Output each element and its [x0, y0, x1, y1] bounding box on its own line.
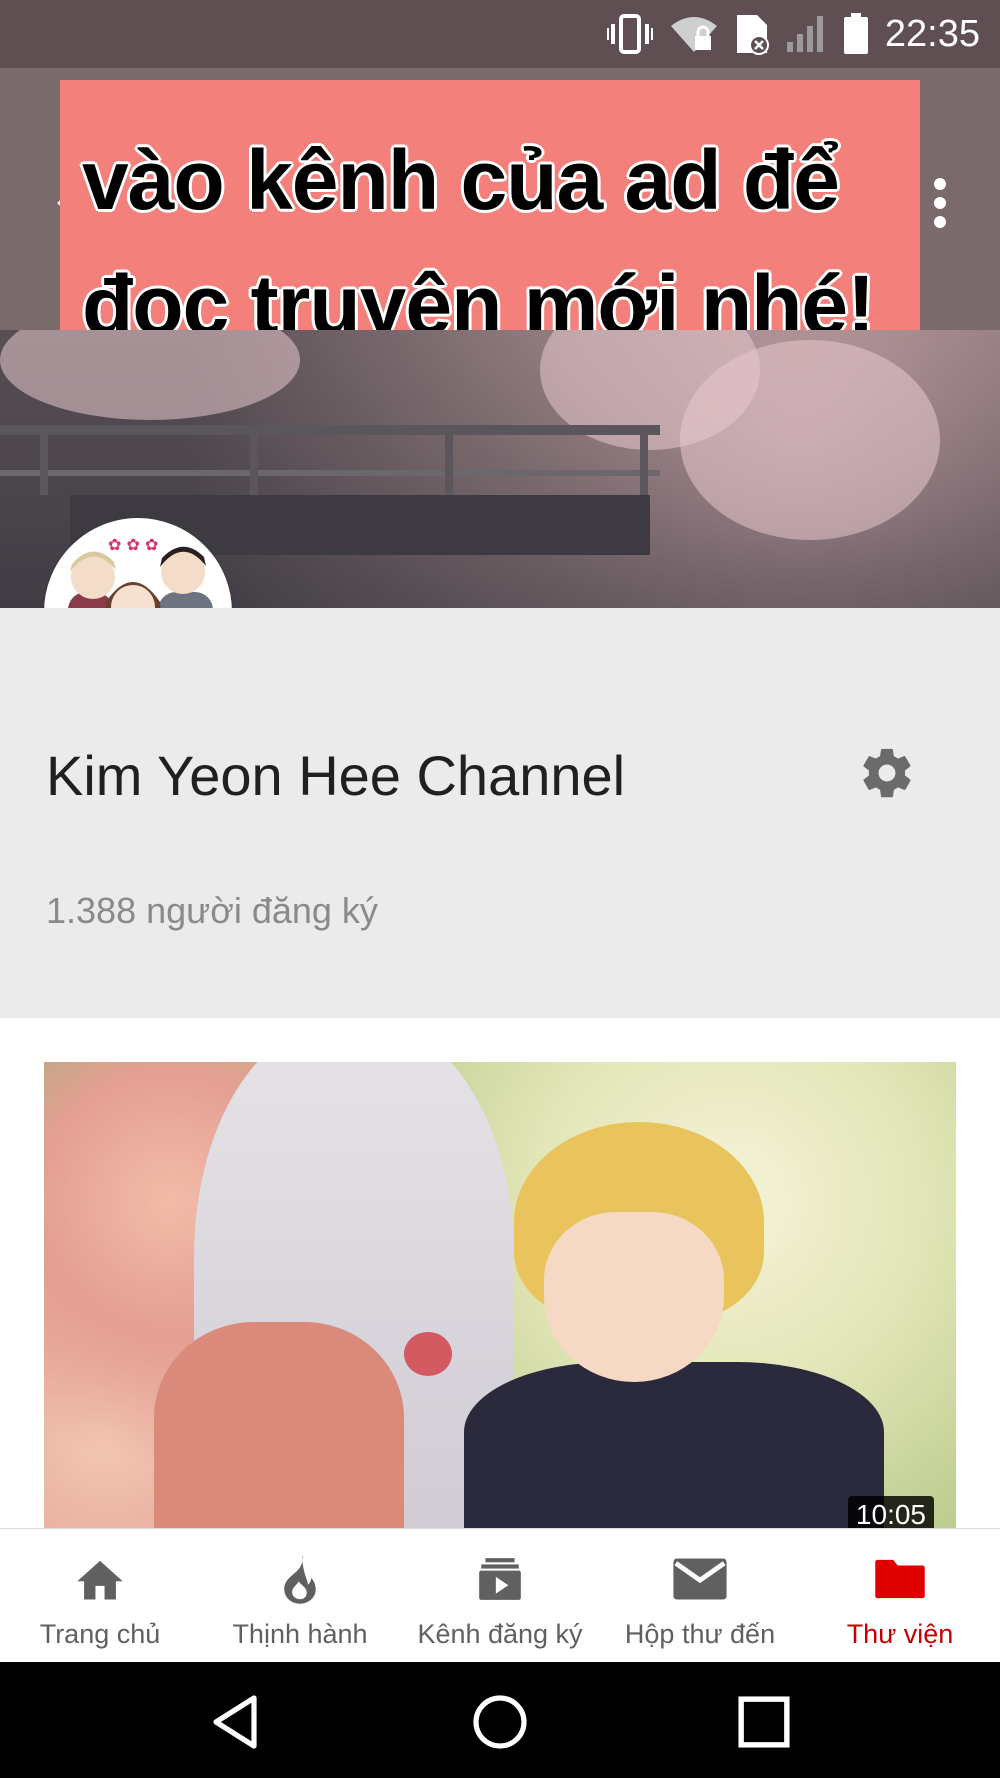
video-duration: 10:05 — [847, 1496, 934, 1528]
inbox-icon — [670, 1551, 730, 1607]
caption-line-1: vào kênh của ad để — [82, 133, 840, 227]
library-folder-icon — [870, 1551, 930, 1607]
subscriber-count: 1.388 người đăng ký — [46, 890, 378, 931]
back-triangle-icon[interactable] — [206, 1692, 266, 1752]
status-time: 22:35 — [884, 12, 980, 55]
nav-label-home: Trang chủ — [39, 1619, 161, 1649]
nav-item-library[interactable]: Thư viện — [800, 1529, 1000, 1663]
battery-icon — [843, 13, 869, 55]
bottom-nav: Trang chủ Thịnh hành Kênh đăng ký Hộp th… — [0, 1528, 1000, 1663]
subscriptions-icon — [470, 1551, 530, 1607]
trending-fire-icon — [270, 1551, 330, 1607]
channel-info: Kim Yeon Hee Channel 1.388 người đăng ký — [0, 608, 1000, 1018]
nav-label-subscriptions: Kênh đăng ký — [417, 1619, 583, 1649]
sim-error-icon — [735, 13, 769, 55]
content-area: 10:05 — [0, 1018, 1000, 1528]
video-thumbnail[interactable]: 10:05 — [44, 1062, 956, 1528]
channel-name: Kim Yeon Hee Channel — [46, 744, 626, 807]
nav-label-library: Thư viện — [846, 1619, 954, 1649]
more-options-icon[interactable] — [928, 178, 952, 228]
recents-square-icon[interactable] — [734, 1692, 794, 1752]
home-icon — [70, 1551, 130, 1607]
wifi-lock-icon — [669, 14, 719, 54]
nav-item-inbox[interactable]: Hộp thư đến — [600, 1529, 800, 1663]
svg-text:✿ ✿ ✿: ✿ ✿ ✿ — [108, 535, 158, 554]
vibrate-icon — [606, 14, 653, 54]
signal-icon — [785, 14, 827, 54]
home-circle-icon[interactable] — [470, 1692, 530, 1752]
nav-item-home[interactable]: Trang chủ — [0, 1529, 200, 1663]
nav-item-trending[interactable]: Thịnh hành — [200, 1529, 400, 1663]
nav-label-trending: Thịnh hành — [232, 1619, 368, 1649]
nav-item-subscriptions[interactable]: Kênh đăng ký — [400, 1529, 600, 1663]
settings-gear-icon[interactable] — [858, 744, 916, 802]
status-bar: 22:35 — [0, 0, 1000, 68]
system-nav-bar — [0, 1662, 1000, 1778]
nav-label-inbox: Hộp thư đến — [624, 1619, 776, 1649]
